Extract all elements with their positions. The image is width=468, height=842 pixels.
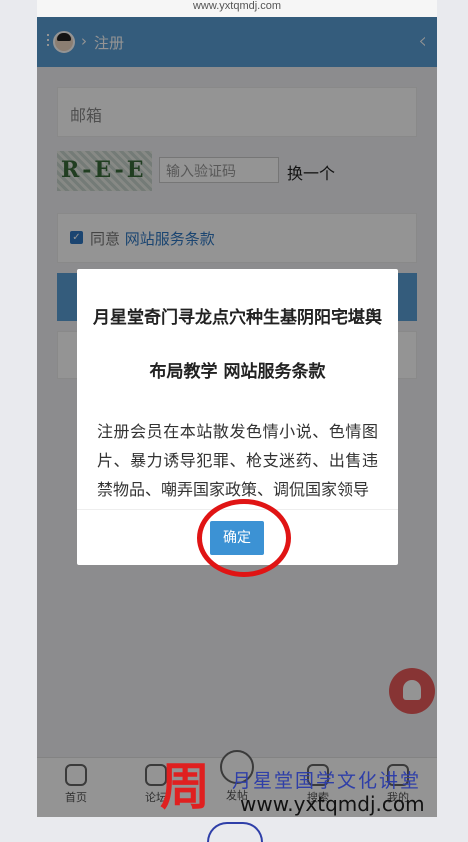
watermark-title: 月星堂国学文化讲堂 (232, 770, 422, 792)
phone-screen: › 注册 ‹ 邮箱 R-E-E 输入验证码 换一个 ✓ 同意 网站服务条款 首页… (37, 17, 437, 817)
dialog-body: 注册会员在本站散发色情小说、色情图片、暴力诱导犯罪、枪支迷药、出售违禁物品、嘲弄… (97, 422, 378, 497)
browser-url[interactable]: www.yxtqmdj.com (37, 0, 437, 17)
annotation-circle (197, 499, 291, 577)
dialog-title: 月星堂奇门寻龙点穴种生基阴阳宅堪舆布局教学 网站服务条款 (93, 308, 382, 382)
watermark-url: www.yxtqmdj.com (240, 792, 425, 816)
seal-icon (207, 822, 263, 842)
watermark-logo: 周 (160, 757, 210, 816)
